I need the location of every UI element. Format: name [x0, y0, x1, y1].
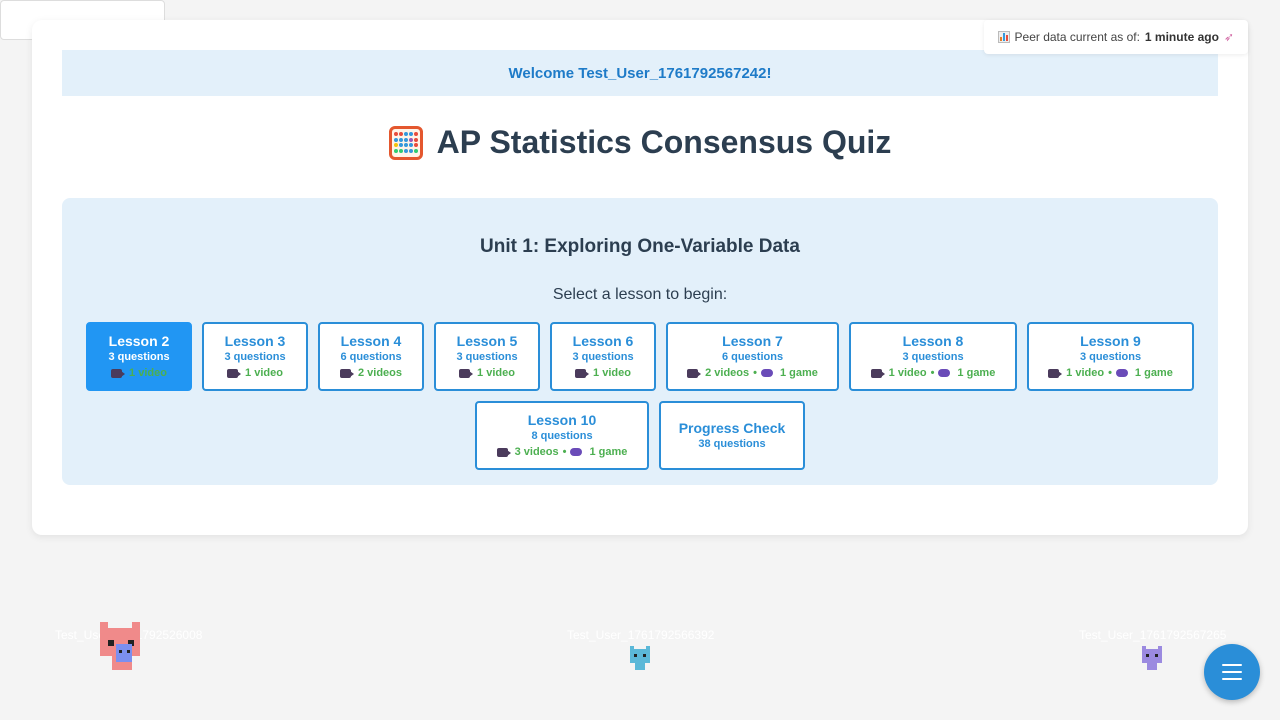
lesson-button[interactable]: Lesson 8 3 questions 1 video • 1 game — [849, 322, 1017, 391]
lesson-button[interactable]: Lesson 3 3 questions 1 video — [202, 322, 308, 391]
lesson-media: 1 video • 1 game — [870, 366, 996, 380]
lesson-button[interactable]: Lesson 10 8 questions 3 videos • 1 game — [475, 401, 649, 470]
separator-dot: • — [1108, 367, 1112, 379]
video-camera-icon — [339, 368, 354, 378]
bar-chart-icon — [997, 31, 1010, 43]
lesson-name: Lesson 10 — [527, 412, 597, 428]
video-camera-icon — [870, 368, 885, 378]
lesson-game-count: 1 game — [957, 367, 996, 379]
lesson-question-count: 3 questions — [902, 351, 964, 363]
lesson-video-count: 1 video — [129, 367, 167, 379]
video-camera-icon — [496, 447, 511, 457]
lesson-name: Lesson 2 — [108, 333, 170, 349]
lesson-media: 1 video • 1 game — [1048, 366, 1173, 380]
title-row: AP Statistics Consensus Quiz — [32, 124, 1248, 161]
lesson-button[interactable]: Lesson 2 3 questions 1 video — [86, 322, 192, 391]
lesson-name: Lesson 9 — [1080, 333, 1141, 349]
unit-title: Unit 1: Exploring One-Variable Data — [480, 236, 800, 257]
cat-avatar[interactable] — [630, 646, 650, 670]
lesson-media: 1 video — [111, 366, 167, 380]
lesson-name: Lesson 4 — [340, 333, 402, 349]
separator-dot: • — [930, 367, 935, 379]
lesson-name: Lesson 7 — [722, 333, 783, 349]
lesson-media: 1 video — [227, 366, 283, 380]
lesson-video-count: 1 video — [593, 367, 631, 379]
lesson-game-count: 1 game — [779, 367, 818, 379]
lesson-media: 1 video — [575, 366, 631, 380]
lesson-question-count: 3 questions — [572, 351, 634, 363]
lesson-name: Lesson 5 — [456, 333, 518, 349]
lesson-video-count: 2 videos — [357, 367, 403, 379]
video-camera-icon — [575, 368, 590, 378]
lesson-button[interactable]: Progress Check 38 questions — [659, 401, 805, 470]
rocket-icon: ➶ — [1223, 30, 1234, 44]
lesson-question-count: 6 questions — [340, 351, 402, 363]
lesson-video-count: 1 video — [1066, 367, 1105, 379]
lesson-media: 3 videos • 1 game — [496, 445, 628, 459]
separator-dot: • — [562, 446, 567, 458]
lesson-question-count: 6 questions — [721, 351, 784, 363]
lesson-video-count: 1 video — [245, 367, 283, 379]
peer-status-prefix: Peer data current as of: — [1014, 30, 1140, 44]
lesson-question-count: 8 questions — [531, 430, 593, 442]
lesson-name: Lesson 3 — [224, 333, 286, 349]
unit-subtitle: Select a lesson to begin: — [552, 286, 728, 303]
abacus-icon — [388, 125, 423, 160]
lesson-media: 2 videos — [339, 366, 403, 380]
lesson-question-count: 3 questions — [456, 351, 518, 363]
hamburger-menu-icon — [1222, 664, 1242, 666]
lesson-question-count: 3 questions — [108, 351, 170, 363]
game-controller-icon — [1115, 369, 1128, 377]
lesson-video-count: 1 video — [477, 367, 515, 379]
video-camera-icon — [111, 368, 126, 378]
video-camera-icon — [459, 368, 474, 378]
cat-avatar[interactable] — [100, 622, 140, 670]
avatar-label: Test_User_1761792567265 — [1079, 628, 1227, 642]
cat-avatar[interactable] — [1142, 646, 1162, 670]
video-camera-icon — [687, 368, 702, 378]
game-controller-icon — [938, 369, 951, 377]
lesson-question-count: 3 questions — [1079, 351, 1142, 363]
separator-dot: • — [753, 367, 757, 379]
lesson-name: Lesson 6 — [572, 333, 634, 349]
lesson-button[interactable]: Lesson 6 3 questions 1 video — [550, 322, 656, 391]
lesson-media: 1 video — [459, 366, 515, 380]
video-camera-icon — [227, 368, 242, 378]
peer-status-banner: Peer data current as of: 1 minute ago ➶ — [983, 20, 1248, 54]
menu-button[interactable] — [1204, 644, 1260, 700]
lesson-video-count: 1 video — [888, 367, 927, 379]
welcome-banner: Welcome Test_User_1761792567242! — [62, 50, 1218, 96]
video-camera-icon — [1048, 368, 1063, 378]
lesson-button[interactable]: Lesson 5 3 questions 1 video — [434, 322, 540, 391]
lesson-video-count: 2 videos — [705, 367, 750, 379]
peer-status-value: 1 minute ago — [1144, 30, 1219, 44]
game-controller-icon — [760, 369, 773, 377]
unit-panel: Unit 1: Exploring One-Variable Data Sele… — [62, 198, 1218, 485]
lesson-game-count: 1 game — [1134, 367, 1173, 379]
page-title: AP Statistics Consensus Quiz — [436, 124, 892, 160]
lesson-name: Progress Check — [678, 420, 786, 436]
lesson-button[interactable]: Lesson 9 3 questions 1 video • 1 game — [1027, 322, 1194, 391]
lesson-game-count: 1 game — [589, 446, 628, 458]
main-container: Welcome Test_User_1761792567242! AP Stat… — [32, 20, 1248, 535]
lesson-name: Lesson 8 — [902, 333, 964, 349]
lesson-media: 2 videos • 1 game — [687, 366, 818, 380]
game-controller-icon — [570, 448, 583, 456]
lesson-button[interactable]: Lesson 7 6 questions 2 videos • 1 game — [666, 322, 839, 391]
lesson-button[interactable]: Lesson 4 6 questions 2 videos — [318, 322, 424, 391]
lesson-question-count: 38 questions — [698, 438, 766, 450]
lesson-video-count: 3 videos — [514, 446, 559, 458]
lesson-question-count: 3 questions — [224, 351, 286, 363]
avatar-label: Test_User_1761792566392 — [567, 628, 715, 642]
